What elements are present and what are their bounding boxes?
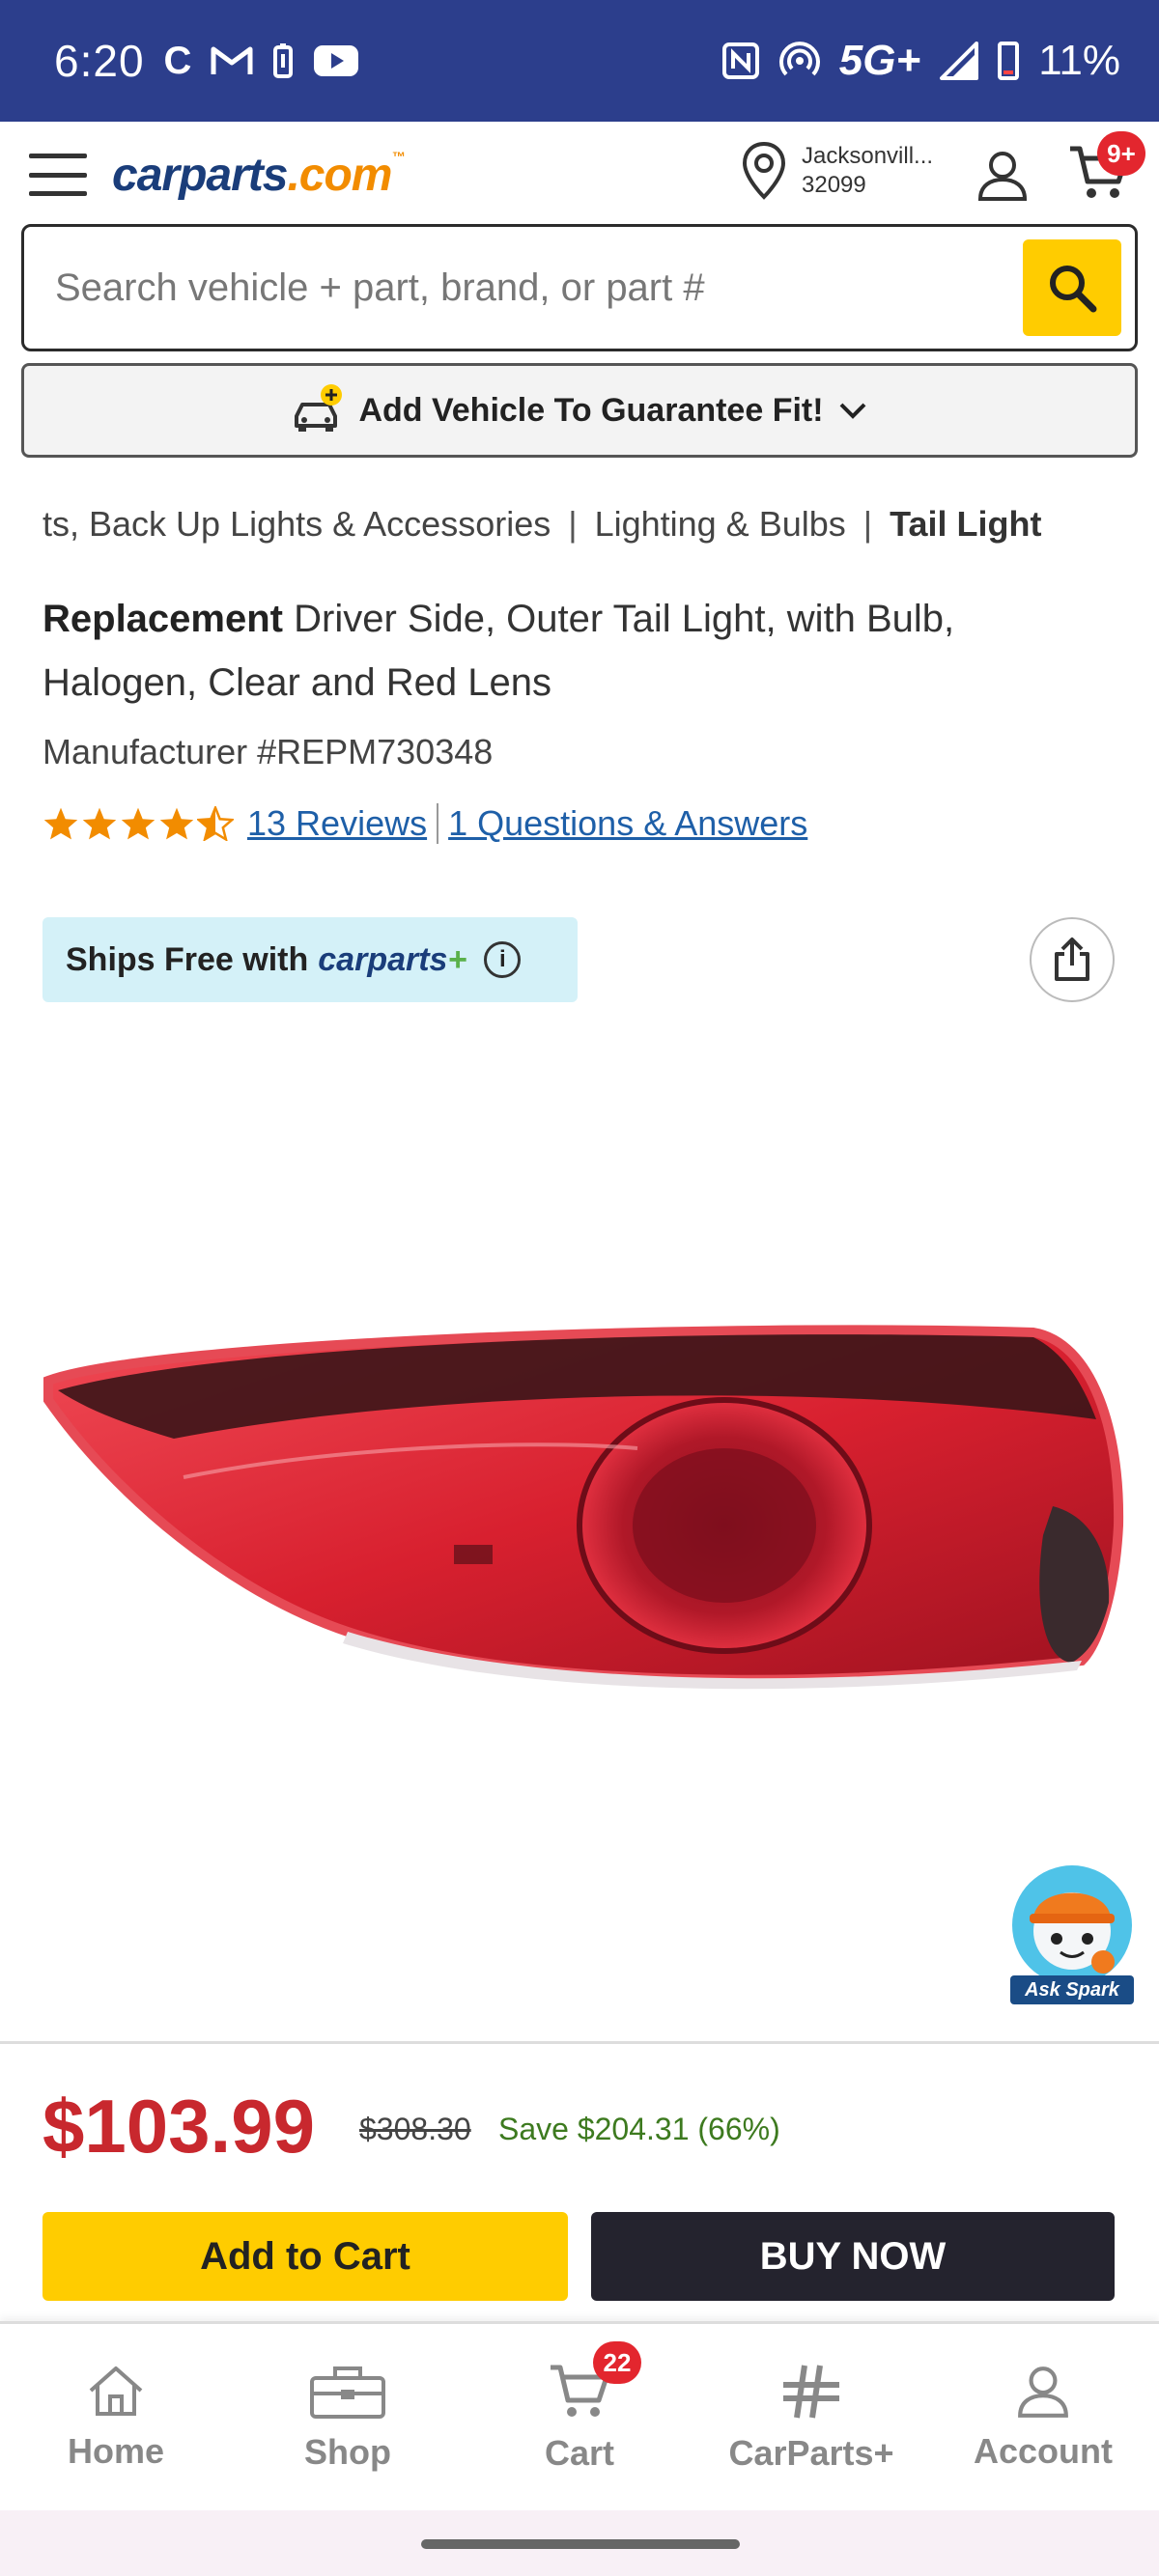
battery-icon (998, 42, 1020, 80)
gesture-area (0, 2510, 1159, 2576)
breadcrumb-item[interactable]: Lighting & Bulbs (595, 504, 846, 544)
location-zip: 32099 (802, 172, 866, 198)
price-bar: $103.99 $308.30 Save $204.31 (66%) Add t… (0, 2041, 1159, 2321)
nav-cart[interactable]: Cart 22 (464, 2324, 695, 2510)
breadcrumb-item[interactable]: ts, Back Up Lights & Accessories (42, 504, 551, 544)
star-icon (43, 807, 78, 840)
account-icon[interactable] (975, 149, 1030, 203)
signal-icon (940, 42, 979, 80)
chevron-down-icon (839, 403, 865, 419)
c-app-icon: C (163, 39, 192, 82)
share-icon (1055, 938, 1089, 981)
search-bar (21, 224, 1138, 351)
star-icon (82, 807, 117, 840)
search-input[interactable] (24, 266, 1023, 310)
cart-count-badge: 22 (593, 2341, 641, 2384)
share-button[interactable] (1030, 917, 1115, 1002)
rating-row: 13 Reviews 1 Questions & Answers (42, 803, 807, 844)
battery-level: 11% (1038, 37, 1120, 84)
qa-link[interactable]: 1 Questions & Answers (448, 803, 807, 844)
location-city: Jacksonvill... (802, 143, 934, 169)
product-image[interactable] (39, 1284, 1130, 1767)
star-icon (159, 807, 194, 840)
nav-cart-label: Cart (544, 2432, 615, 2473)
ask-spark-label: Ask Spark (1025, 1979, 1119, 2001)
star-rating (42, 806, 234, 841)
nav-shop-label: Shop (304, 2431, 391, 2472)
ships-free-badge[interactable]: Ships Free with carparts+ i (42, 917, 578, 1002)
ships-free-text: Ships Free with (66, 940, 309, 978)
nav-account-label: Account (974, 2430, 1113, 2471)
add-vehicle-button[interactable]: Add Vehicle To Guarantee Fit! (21, 363, 1138, 458)
nav-shop[interactable]: Shop (232, 2324, 464, 2510)
product-title: Replacement Driver Side, Outer Tail Ligh… (42, 587, 1105, 714)
manufacturer-number: Manufacturer #REPM730348 (42, 732, 494, 771)
add-vehicle-icon (295, 384, 343, 432)
account-icon (1018, 2366, 1068, 2418)
bottom-navigation: Home Shop Cart 22 CarParts+ Account (0, 2321, 1159, 2510)
product-brand: Replacement (42, 598, 283, 640)
network-label: 5G+ (838, 37, 921, 84)
half-star-icon (197, 806, 234, 841)
carparts-plus-logo: carparts+ (318, 940, 467, 978)
status-bar: 6:20 C 5G+ 11% (0, 0, 1159, 122)
nav-home-label: Home (67, 2430, 165, 2471)
add-vehicle-label: Add Vehicle To Guarantee Fit! (358, 391, 824, 429)
sale-price: $103.99 (42, 2084, 315, 2169)
breadcrumb-separator: | (862, 504, 873, 544)
nav-carparts-plus-label: CarParts+ (728, 2432, 894, 2473)
star-icon (121, 807, 155, 840)
ask-spark-button[interactable]: Ask Spark (1008, 1862, 1136, 2006)
header-cart-badge: 9+ (1097, 131, 1145, 176)
breadcrumb-separator: | (568, 504, 578, 544)
site-header: carparts.com™ Jacksonvill... 32099 9+ (0, 122, 1159, 228)
hotspot-icon (778, 42, 820, 76)
location-selector[interactable]: Jacksonvill... 32099 (740, 141, 933, 201)
carparts-plus-icon (783, 2365, 839, 2418)
original-price: $308.30 (359, 2112, 471, 2146)
reviews-link[interactable]: 13 Reviews (247, 803, 427, 844)
menu-icon[interactable] (29, 154, 87, 196)
savings-text: Save $204.31 (66%) (498, 2112, 780, 2146)
battery-saver-icon (273, 43, 294, 78)
status-time: 6:20 (54, 36, 145, 86)
toolbox-icon (310, 2366, 385, 2419)
buy-now-button[interactable]: BUY NOW (591, 2212, 1115, 2301)
site-logo[interactable]: carparts.com™ (112, 149, 405, 202)
gmail-icon (211, 46, 253, 74)
nav-carparts-plus[interactable]: CarParts+ (695, 2324, 927, 2510)
nav-home[interactable]: Home (0, 2324, 232, 2510)
location-pin-icon (742, 141, 786, 200)
nav-account[interactable]: Account (927, 2324, 1159, 2510)
info-icon[interactable]: i (484, 941, 522, 978)
breadcrumb-current: Tail Light (890, 504, 1042, 544)
nfc-icon (721, 42, 759, 79)
add-to-cart-button[interactable]: Add to Cart (42, 2212, 568, 2301)
divider (437, 803, 439, 844)
search-button[interactable] (1023, 239, 1121, 336)
home-gesture-bar[interactable] (421, 2539, 740, 2549)
header-cart-button[interactable]: 9+ (1068, 131, 1145, 208)
breadcrumb: ts, Back Up Lights & Accessories | Lightin… (42, 504, 1124, 545)
youtube-icon (314, 45, 359, 76)
home-icon (89, 2366, 143, 2416)
search-icon (1050, 266, 1097, 313)
